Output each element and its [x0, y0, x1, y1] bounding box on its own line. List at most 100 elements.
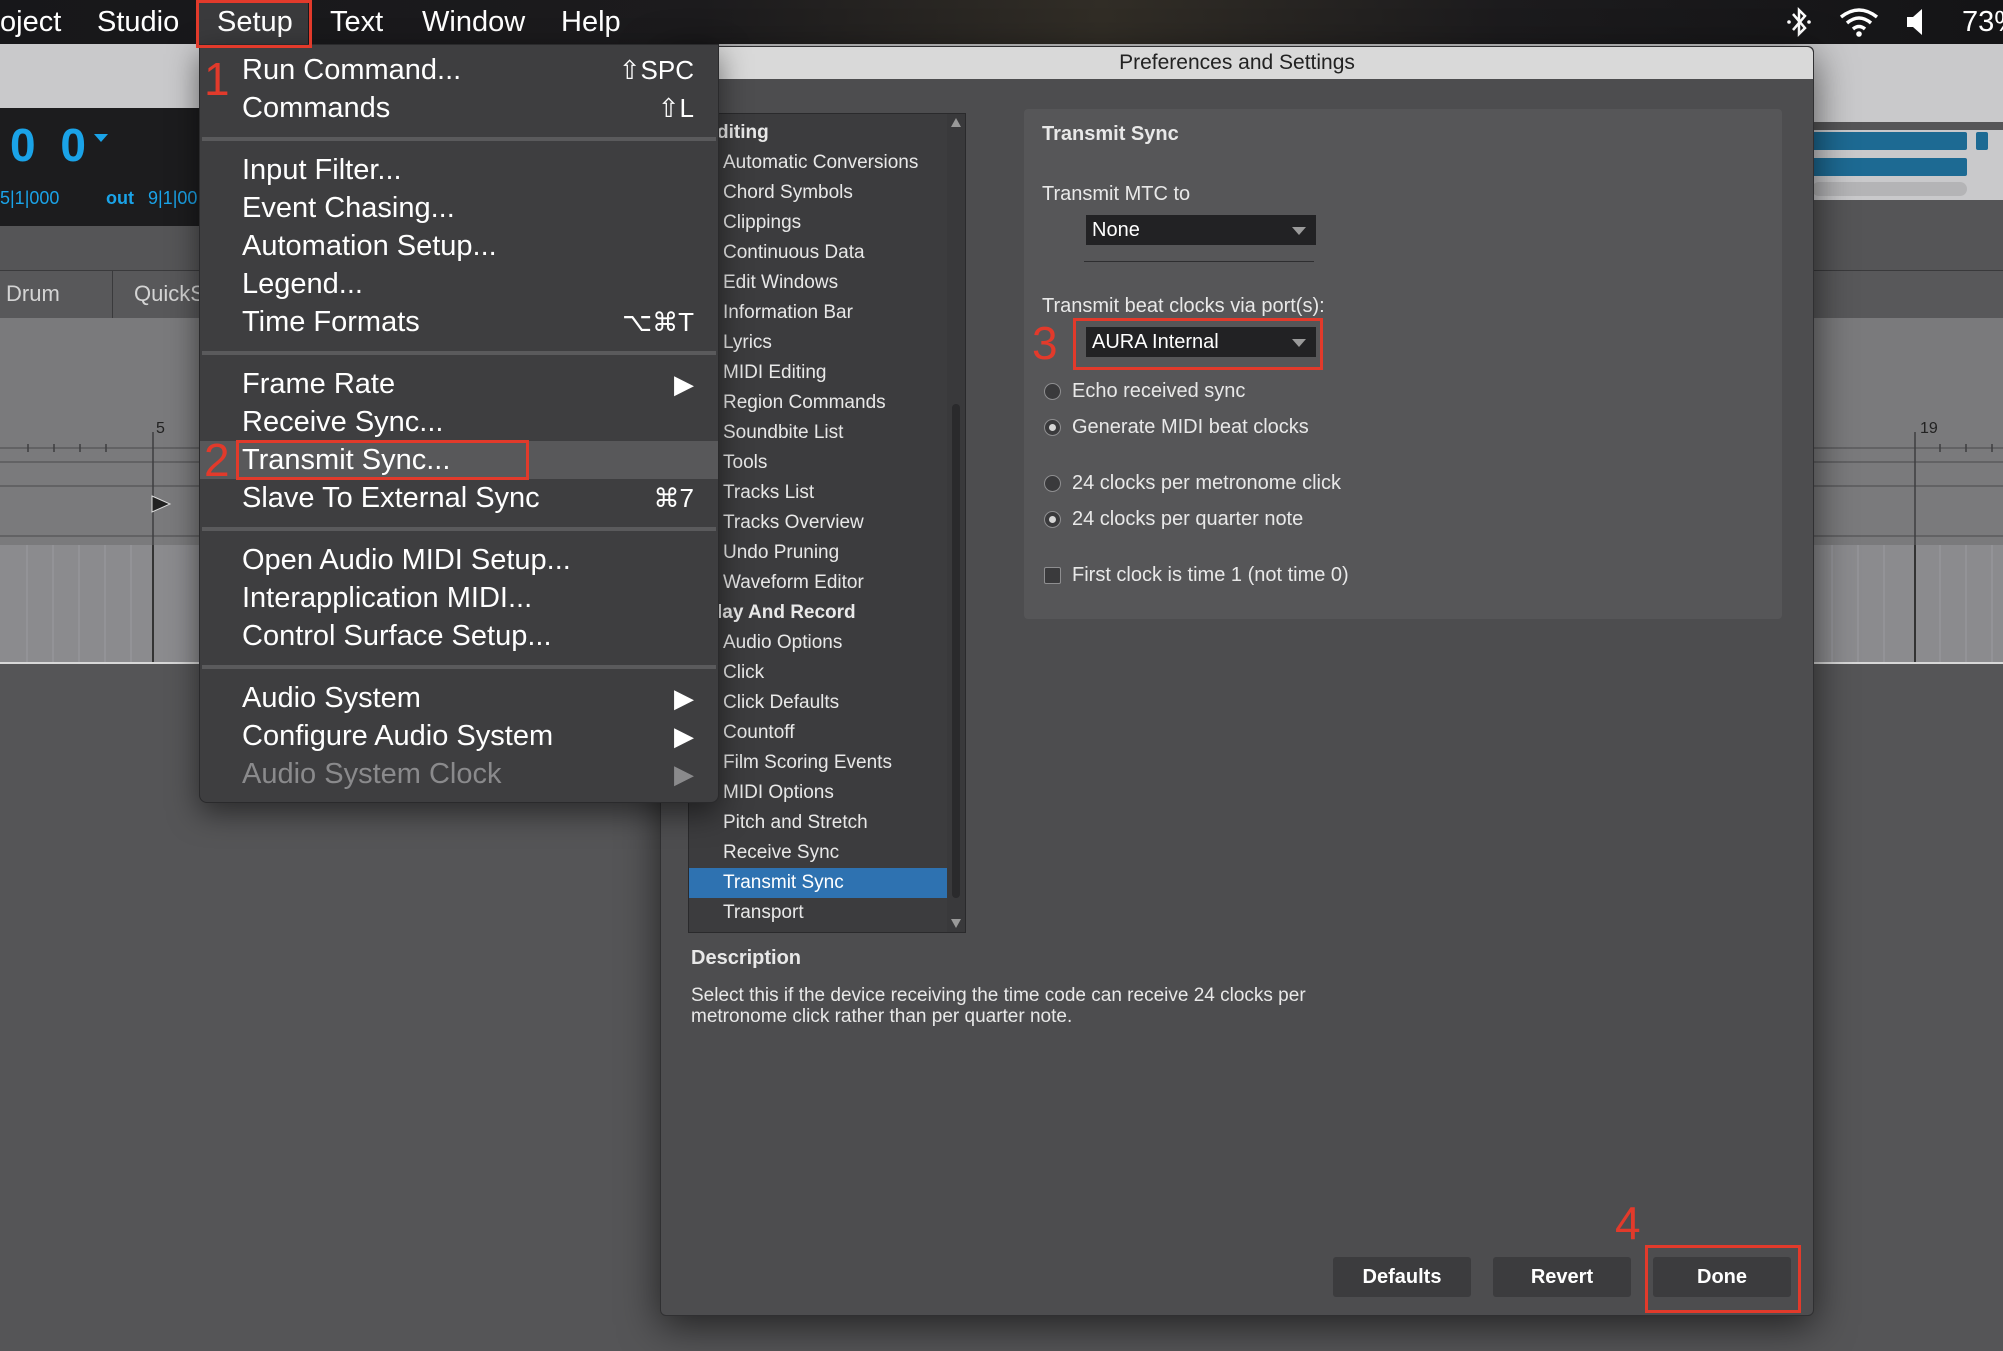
generate-beat-clocks-radio[interactable]: [1044, 419, 1061, 436]
volume-icon[interactable]: [1904, 0, 1932, 44]
scroll-up-arrow-icon[interactable]: [951, 118, 961, 127]
scroll-down-arrow-icon[interactable]: [951, 919, 961, 928]
menu-item-input-filter[interactable]: Input Filter...: [200, 151, 718, 189]
menu-item-commands[interactable]: Commands ⇧L: [200, 89, 718, 127]
menu-item-frame-rate[interactable]: Frame Rate ▶: [200, 365, 718, 403]
tab-quickscribe[interactable]: QuickS: [134, 281, 205, 307]
list-item[interactable]: Automatic Conversions: [689, 148, 947, 178]
echo-sync-radio[interactable]: [1044, 383, 1061, 400]
list-item[interactable]: Soundbite List: [689, 418, 947, 448]
menu-item-label: Commands: [242, 92, 391, 124]
menu-item-run-command[interactable]: Run Command... ⇧SPC: [200, 51, 718, 89]
list-item[interactable]: Click Defaults: [689, 688, 947, 718]
description-heading: Description: [691, 947, 802, 969]
list-item[interactable]: Countoff: [689, 718, 947, 748]
background-right-strip: [1812, 130, 2003, 200]
bluetooth-icon[interactable]: [1784, 0, 1814, 44]
counter-dropdown-icon[interactable]: [94, 134, 108, 142]
list-item[interactable]: Tools: [689, 448, 947, 478]
menu-item-receive-sync[interactable]: Receive Sync...: [200, 403, 718, 441]
mtc-popup[interactable]: None: [1086, 215, 1316, 245]
menu-text[interactable]: Text: [330, 0, 383, 44]
menu-project[interactable]: oject: [0, 0, 61, 44]
list-item[interactable]: MIDI Options: [689, 778, 947, 808]
list-item[interactable]: Edit Windows: [689, 268, 947, 298]
echo-sync-label[interactable]: Echo received sync: [1072, 380, 1245, 403]
annotation-box-setup: [196, 0, 312, 48]
list-item[interactable]: Tracks Overview: [689, 508, 947, 538]
clocks-per-metronome-label[interactable]: 24 clocks per metronome click: [1072, 472, 1341, 495]
list-item[interactable]: Transmit Sync: [689, 868, 947, 898]
menu-item-shortcut: ⇧L: [657, 93, 694, 123]
menu-item-automation-setup[interactable]: Automation Setup...: [200, 227, 718, 265]
tab-divider: [112, 271, 113, 319]
list-item[interactable]: Continuous Data: [689, 238, 947, 268]
level-meter: [1812, 132, 1967, 150]
scroll-thumb[interactable]: [952, 404, 960, 898]
setup-menu: Run Command... ⇧SPC Commands ⇧L Input Fi…: [199, 44, 719, 803]
preferences-category-list[interactable]: diting Automatic Conversions Chord Symbols…: [688, 113, 966, 933]
annotation-number-4: 4: [1615, 1197, 1641, 1249]
list-item[interactable]: Waveform Editor: [689, 568, 947, 598]
menu-item-event-chasing[interactable]: Event Chasing...: [200, 189, 718, 227]
annotation-number-2: 2: [204, 434, 230, 486]
menu-item-label: Slave To External Sync: [242, 482, 540, 514]
menu-item-label: Audio System Clock: [242, 758, 502, 790]
first-clock-label[interactable]: First clock is time 1 (not time 0): [1072, 564, 1349, 587]
clocks-per-quarter-label[interactable]: 24 clocks per quarter note: [1072, 508, 1303, 531]
list-item[interactable]: Receive Sync: [689, 838, 947, 868]
list-item[interactable]: Pitch and Stretch: [689, 808, 947, 838]
generate-beat-clocks-label[interactable]: Generate MIDI beat clocks: [1072, 416, 1309, 439]
list-item[interactable]: Undo Pruning: [689, 538, 947, 568]
chevron-down-icon: [1292, 227, 1306, 235]
revert-button[interactable]: Revert: [1493, 1257, 1631, 1297]
list-item[interactable]: Chord Symbols: [689, 178, 947, 208]
list-scrollbar[interactable]: [947, 114, 965, 932]
menu-item-open-audio-midi-setup[interactable]: Open Audio MIDI Setup...: [200, 541, 718, 579]
menu-item-audio-system[interactable]: Audio System ▶: [200, 679, 718, 717]
menu-separator: [202, 137, 716, 141]
divider: [1084, 261, 1314, 262]
tab-drum[interactable]: Drum: [6, 281, 60, 307]
menu-item-slave-external-sync[interactable]: Slave To External Sync ⌘7: [200, 479, 718, 517]
defaults-button[interactable]: Defaults: [1333, 1257, 1471, 1297]
clocks-per-metronome-radio[interactable]: [1044, 475, 1061, 492]
list-item[interactable]: MIDI Editing: [689, 358, 947, 388]
menu-item-label: Time Formats: [242, 306, 420, 338]
menu-item-legend[interactable]: Legend...: [200, 265, 718, 303]
clocks-per-quarter-radio[interactable]: [1044, 511, 1061, 528]
list-item[interactable]: Click: [689, 658, 947, 688]
menu-help[interactable]: Help: [561, 0, 621, 44]
counter-display: 0 0: [10, 119, 92, 171]
list-item[interactable]: Tracks List: [689, 478, 947, 508]
list-item[interactable]: Region Commands: [689, 388, 947, 418]
menu-item-label: Run Command...: [242, 54, 462, 86]
menu-item-configure-audio-system[interactable]: Configure Audio System ▶: [200, 717, 718, 755]
menu-item-interapplication-midi[interactable]: Interapplication MIDI...: [200, 579, 718, 617]
menu-item-label: Control Surface Setup...: [242, 620, 552, 652]
list-item[interactable]: Clippings: [689, 208, 947, 238]
battery-percentage[interactable]: 73%: [1962, 0, 2003, 44]
list-item[interactable]: Audio Options: [689, 628, 947, 658]
submenu-arrow-icon: ▶: [674, 369, 694, 399]
dialog-title[interactable]: Preferences and Settings: [661, 47, 1813, 79]
menu-separator: [202, 351, 716, 355]
menu-window[interactable]: Window: [422, 0, 525, 44]
first-clock-checkbox[interactable]: [1044, 567, 1061, 584]
menu-item-control-surface-setup[interactable]: Control Surface Setup...: [200, 617, 718, 655]
annotation-box-done: [1645, 1245, 1801, 1313]
list-item[interactable]: Film Scoring Events: [689, 748, 947, 778]
list-item[interactable]: Lyrics: [689, 328, 947, 358]
list-item[interactable]: Transport: [689, 898, 947, 928]
menu-studio[interactable]: Studio: [97, 0, 179, 44]
scroll-track[interactable]: [1812, 182, 1967, 196]
menu-item-label: Legend...: [242, 268, 363, 300]
panel-heading: Transmit Sync: [1042, 123, 1179, 145]
beat-clock-label: Transmit beat clocks via port(s):: [1042, 295, 1325, 317]
wifi-icon[interactable]: [1838, 0, 1880, 44]
menu-item-label: Event Chasing...: [242, 192, 455, 224]
menu-item-shortcut: ⇧SPC: [618, 55, 694, 85]
submenu-arrow-icon: ▶: [674, 759, 694, 789]
list-item[interactable]: Information Bar: [689, 298, 947, 328]
menu-item-time-formats[interactable]: Time Formats ⌥⌘T: [200, 303, 718, 341]
